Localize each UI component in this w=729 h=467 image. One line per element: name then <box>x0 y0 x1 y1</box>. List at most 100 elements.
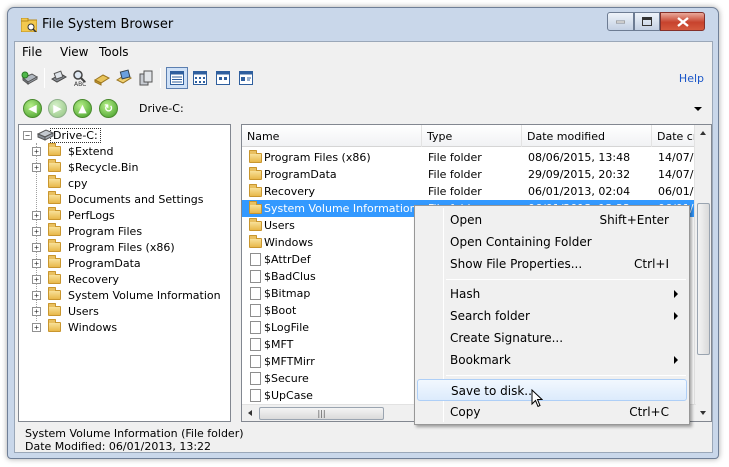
file-icon <box>250 372 261 385</box>
refresh-button[interactable]: ↻ <box>99 99 118 118</box>
scroll-left-icon[interactable] <box>248 410 252 416</box>
tree-item[interactable]: + PerfLogs <box>32 207 115 223</box>
collapse-toggle[interactable]: − <box>23 130 32 140</box>
cell-modified: 08/06/2015, 13:48 <box>528 151 631 164</box>
tree-item[interactable]: +Documents and Settings <box>32 191 204 207</box>
tree-item[interactable]: +cpy <box>32 175 88 191</box>
tree-item[interactable]: + Program Files <box>32 223 142 239</box>
up-button[interactable]: ▲ <box>73 99 92 118</box>
open-drive-icon[interactable] <box>21 69 39 87</box>
expand-toggle[interactable]: + <box>32 162 41 172</box>
menu-copy[interactable]: Copy Ctrl+C <box>417 401 687 423</box>
menu-file[interactable]: File <box>22 45 42 59</box>
cell-name: Users <box>264 219 295 232</box>
tiles-view-button[interactable] <box>235 67 257 89</box>
expand-toggle[interactable]: + <box>32 306 41 316</box>
menu-save-to-disk[interactable]: Save to disk... <box>417 379 687 401</box>
cell-name: $Bitmap <box>264 287 311 300</box>
minimize-icon <box>616 20 625 23</box>
file-icon <box>250 321 261 334</box>
expand-toggle[interactable]: + <box>32 322 41 332</box>
folder-tree[interactable]: − Drive-C: +$Extend+$Recycle.Bin+cpy+Doc… <box>18 124 231 422</box>
expand-toggle[interactable]: + <box>32 258 41 268</box>
column-date-modified[interactable]: Date modified <box>522 125 652 147</box>
cell-name: $AttrDef <box>264 253 311 266</box>
menu-copy-shortcut: Ctrl+C <box>629 405 669 419</box>
help-link[interactable]: Help <box>679 72 704 85</box>
file-icon <box>250 287 261 300</box>
search-text-icon[interactable]: ABC <box>71 69 89 87</box>
menu-open-containing-folder[interactable]: Open Containing Folder <box>417 231 687 253</box>
forward-button[interactable]: ▶ <box>48 99 67 118</box>
horizontal-scroll-thumb[interactable]: ||| <box>259 407 384 420</box>
expand-toggle[interactable]: + <box>32 274 41 284</box>
menu-bookmark[interactable]: Bookmark <box>417 349 687 371</box>
address-dropdown[interactable]: Drive-C: <box>133 98 706 119</box>
list-view-icon <box>193 71 207 85</box>
cell-name: Program Files (x86) <box>264 151 371 164</box>
open-evidence-icon[interactable] <box>50 69 68 87</box>
tree-item-label: System Volume Information <box>68 288 221 302</box>
menu-open[interactable]: Open Shift+Enter <box>417 209 687 231</box>
menu-create-signature[interactable]: Create Signature... <box>417 327 687 349</box>
cell-type: File folder <box>428 168 482 181</box>
expand-toggle[interactable]: + <box>32 290 41 300</box>
menu-show-file-properties[interactable]: Show File Properties... Ctrl+I <box>417 253 687 275</box>
menu-hash[interactable]: Hash <box>417 283 687 305</box>
tree-item[interactable]: + Recovery <box>32 271 119 287</box>
vertical-scroll-thumb[interactable] <box>697 203 710 355</box>
cell-name: $MFT <box>264 338 294 351</box>
expand-toggle[interactable]: + <box>32 146 41 156</box>
tree-item[interactable]: + $Extend <box>32 143 114 159</box>
tree-item[interactable]: + Users <box>32 303 99 319</box>
copy-icon[interactable] <box>137 69 155 87</box>
tiles-view-icon <box>239 71 253 85</box>
tree-item[interactable]: + $Recycle.Bin <box>32 159 138 175</box>
menu-search-folder-label: Search folder <box>450 309 530 323</box>
status-selection: System Volume Information (File folder) <box>25 427 244 440</box>
address-bar: ◀ ▶ ▲ ↻ Drive-C: <box>15 95 712 121</box>
vertical-scrollbar[interactable] <box>694 125 711 421</box>
hash-icon[interactable] <box>93 69 111 87</box>
menu-separator <box>446 375 686 376</box>
minimize-button[interactable] <box>607 12 634 31</box>
close-button[interactable] <box>660 12 705 31</box>
details-view-button[interactable] <box>166 67 188 89</box>
expand-toggle[interactable]: + <box>32 226 41 236</box>
table-row[interactable]: Recovery File folder 06/01/2013, 02:04 06/0… <box>242 183 696 200</box>
menu-tools[interactable]: Tools <box>99 45 129 59</box>
tree-item[interactable]: + Program Files (x86) <box>32 239 175 255</box>
menu-view[interactable]: View <box>60 45 88 59</box>
cell-created: 14/07/ <box>658 168 694 181</box>
menu-search-folder[interactable]: Search folder <box>417 305 687 327</box>
menu-save-to-disk-label: Save to disk... <box>451 384 536 398</box>
tree-root-drive[interactable]: − Drive-C: <box>23 127 101 143</box>
column-name[interactable]: Name <box>242 125 422 147</box>
menu-show-props-label: Show File Properties... <box>450 257 583 271</box>
small-icons-view-button[interactable] <box>212 67 234 89</box>
table-row[interactable]: ProgramData File folder 29/09/2015, 20:32 1… <box>242 166 696 183</box>
folder-icon <box>48 287 61 300</box>
scroll-up-icon[interactable] <box>700 131 706 135</box>
menu-open-shortcut: Shift+Enter <box>599 213 669 227</box>
column-type[interactable]: Type <box>422 125 522 147</box>
tree-item[interactable]: + System Volume Information <box>32 287 221 303</box>
scroll-down-icon[interactable] <box>700 411 706 415</box>
tree-item-label: Documents and Settings <box>68 192 204 206</box>
expand-toggle[interactable]: + <box>32 210 41 220</box>
tree-item[interactable]: + Windows <box>32 319 117 335</box>
small-icons-view-icon <box>216 71 230 85</box>
tree-item-label: PerfLogs <box>68 208 115 222</box>
back-button[interactable]: ◀ <box>23 99 42 118</box>
maximize-button[interactable] <box>634 12 660 31</box>
list-view-button[interactable] <box>189 67 211 89</box>
table-row[interactable]: Program Files (x86) File folder 08/06/2015… <box>242 149 696 166</box>
submenu-arrow-icon <box>674 356 678 364</box>
image-icon[interactable] <box>115 69 133 87</box>
expand-toggle[interactable]: + <box>32 242 41 252</box>
title-bar[interactable]: File System Browser <box>8 8 718 40</box>
tree-item[interactable]: + ProgramData <box>32 255 141 271</box>
column-date-created[interactable]: Date cr <box>652 125 696 147</box>
menu-copy-label: Copy <box>450 405 481 419</box>
tree-item-label: cpy <box>68 176 88 190</box>
